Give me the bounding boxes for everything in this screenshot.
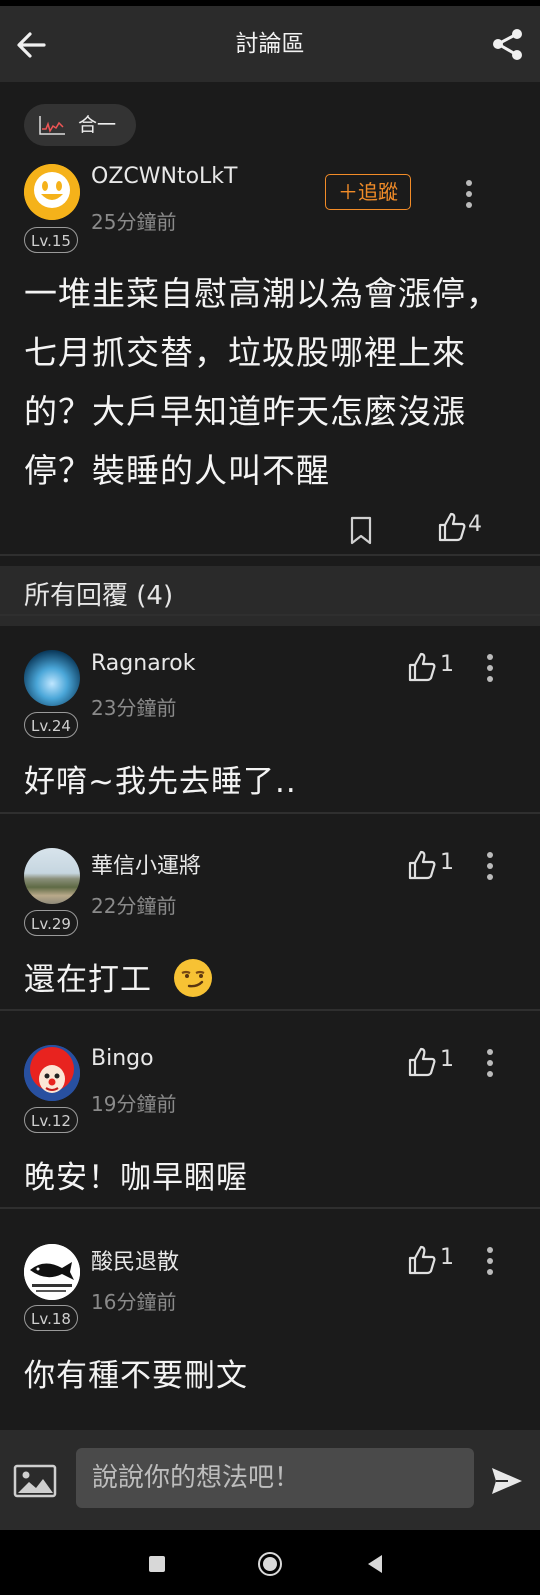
- like-icon[interactable]: [408, 1245, 436, 1275]
- divider: [0, 812, 540, 814]
- back-nav-icon[interactable]: [367, 1554, 383, 1574]
- reply-author[interactable]: 酸民退散: [91, 1244, 179, 1276]
- reply-time: 16分鐘前: [91, 1290, 177, 1314]
- reply-text: 晚安！咖早睏喔: [24, 1160, 248, 1196]
- reply-time: 22分鐘前: [91, 894, 177, 918]
- level-badge: Lv.15: [24, 227, 78, 253]
- comment-placeholder: 說說你的想法吧！: [92, 1463, 301, 1493]
- reply-author[interactable]: Ragnarok: [91, 651, 195, 676]
- send-icon[interactable]: [490, 1466, 524, 1496]
- reply-like-count: 1: [440, 1245, 454, 1270]
- replies-count-label: 所有回覆 (4): [24, 581, 174, 611]
- reply-time: 19分鐘前: [91, 1092, 177, 1116]
- reply-like-count: 1: [440, 652, 454, 677]
- like-icon[interactable]: [408, 850, 436, 880]
- home-nav-icon[interactable]: [258, 1552, 282, 1576]
- comment-input[interactable]: 說說你的想法吧！: [76, 1448, 474, 1508]
- level-badge: Lv.12: [24, 1107, 78, 1133]
- like-icon[interactable]: [438, 512, 466, 542]
- reply-author[interactable]: 華信小運將: [91, 848, 201, 880]
- smirk-emoji-icon: [174, 959, 212, 997]
- page-title: 討論區: [235, 31, 305, 57]
- post-like-count: 4: [468, 512, 482, 537]
- reply-like-count: 1: [440, 850, 454, 875]
- reply-time: 23分鐘前: [91, 696, 177, 720]
- more-options-icon[interactable]: [485, 852, 495, 882]
- level-badge: Lv.24: [24, 712, 78, 738]
- reply-author[interactable]: Bingo: [91, 1046, 154, 1071]
- bookmark-icon[interactable]: [349, 516, 373, 546]
- fish-logo-avatar-icon: [24, 1244, 80, 1300]
- follow-button[interactable]: ＋追蹤: [325, 174, 411, 210]
- more-options-icon[interactable]: [464, 180, 474, 210]
- recents-nav-icon[interactable]: [149, 1556, 165, 1572]
- comment-composer: 說說你的想法吧！: [0, 1430, 540, 1530]
- level-badge: Lv.18: [24, 1305, 78, 1331]
- level-badge: Lv.29: [24, 910, 78, 936]
- discussion-content: 合一 Lv.15 OZCWNtoLkT 25分鐘前 ＋追蹤 一堆韭菜自慰高潮以為…: [0, 82, 540, 1430]
- smiley-avatar-icon: [24, 164, 80, 220]
- reply-text: 還在打工: [24, 962, 152, 998]
- avatar[interactable]: [24, 1244, 80, 1300]
- divider: [0, 554, 540, 556]
- system-nav-bar: [0, 1530, 540, 1595]
- image-upload-icon[interactable]: [13, 1464, 57, 1498]
- avatar[interactable]: [24, 1045, 80, 1101]
- reply-text: 你有種不要刪文: [24, 1358, 248, 1394]
- more-options-icon[interactable]: [485, 654, 495, 684]
- reply-text: 好唷~我先去睡了..: [24, 764, 297, 800]
- more-options-icon[interactable]: [485, 1049, 495, 1079]
- stock-tag-label: 合一: [78, 114, 117, 136]
- stock-chart-icon: [39, 116, 65, 135]
- avatar[interactable]: [24, 848, 80, 904]
- clown-avatar-icon: [24, 1045, 80, 1101]
- avatar[interactable]: [24, 650, 80, 706]
- stock-tag-chip[interactable]: 合一: [24, 104, 136, 146]
- post-body: 一堆韭菜自慰高潮以為會漲停，七月抓交替，垃圾股哪裡上來的？大戶早知道昨天怎麼沒漲…: [24, 274, 500, 490]
- like-icon[interactable]: [408, 1047, 436, 1077]
- replies-header: 所有回覆 (4): [0, 566, 540, 626]
- divider: [0, 1009, 540, 1011]
- divider: [0, 614, 540, 616]
- app-bar: 討論區: [0, 6, 540, 82]
- divider: [0, 1207, 540, 1209]
- reply-like-count: 1: [440, 1047, 454, 1072]
- more-options-icon[interactable]: [485, 1247, 495, 1277]
- post-time: 25分鐘前: [91, 210, 177, 234]
- post-author[interactable]: OZCWNtoLkT: [91, 164, 237, 189]
- like-icon[interactable]: [408, 652, 436, 682]
- avatar[interactable]: [24, 164, 80, 220]
- share-icon[interactable]: [490, 26, 526, 62]
